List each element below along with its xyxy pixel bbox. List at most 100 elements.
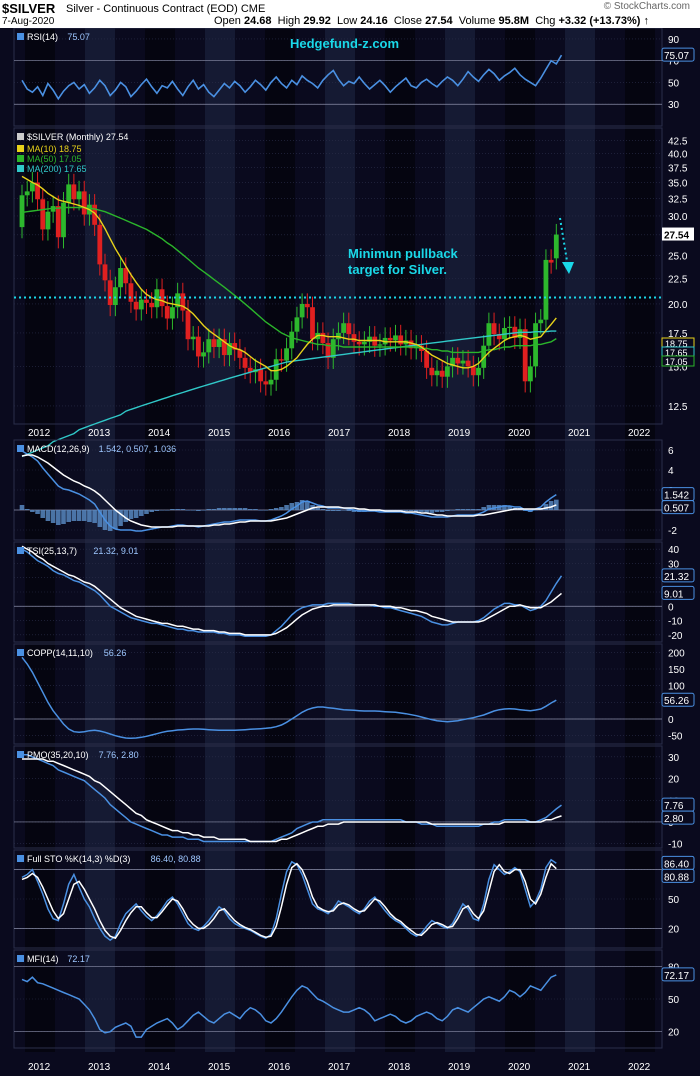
macd-histogram-bar (336, 510, 341, 511)
x-tick-label-bottom: 2021 (568, 1062, 591, 1073)
y-tick-label: 50 (668, 995, 680, 1006)
y-tick-label: 50 (668, 78, 680, 89)
macd-histogram-bar (439, 510, 445, 512)
overlay-label: MA(50) 17.05 (27, 154, 82, 164)
y-tick-label: 32.5 (668, 195, 688, 206)
y-tick-label: -20 (668, 631, 683, 642)
macd-histogram-bar (211, 509, 217, 510)
macd-histogram-bar (548, 501, 554, 510)
symbol-label: $SILVER (2, 1, 56, 16)
x-tick-label-top: 2022 (628, 428, 651, 439)
x-tick-label-bottom: 2017 (328, 1062, 351, 1073)
macd-histogram-bar (175, 509, 180, 510)
candle-body (320, 332, 326, 344)
indicator-title: PMO(35,20,10) (27, 750, 89, 760)
overlay-swatch (17, 145, 24, 152)
macd-histogram-bar (19, 505, 25, 510)
y-tick-label: 4 (668, 466, 674, 477)
candle-body (507, 326, 513, 329)
candle-body (71, 184, 77, 200)
candle-body (268, 379, 274, 385)
tsi-value-box: 9.01 (664, 589, 684, 600)
macd-histogram-bar (471, 509, 476, 510)
candle-body (434, 370, 440, 376)
macd-histogram-bar (190, 510, 196, 511)
candle-body (491, 323, 497, 335)
macd-histogram-bar (196, 510, 201, 511)
y-tick-label: 20 (668, 924, 680, 935)
low-value: 24.16 (360, 15, 388, 27)
candle-body (377, 344, 383, 346)
macd-histogram-bar (170, 509, 175, 510)
candle-body (289, 331, 295, 349)
candle-body (398, 335, 404, 345)
x-tick-label-top: 2017 (328, 428, 351, 439)
candle-body (361, 341, 367, 345)
macd-histogram-bar (253, 509, 258, 510)
x-tick-label-top: 2015 (208, 428, 231, 439)
y-tick-label: 50 (668, 895, 680, 906)
macd-histogram-bar (87, 510, 92, 522)
candle-body (476, 367, 481, 376)
macd-histogram-bar (434, 510, 440, 512)
macd-histogram-bar (201, 510, 206, 511)
sto-value-box: 80.88 (664, 872, 689, 883)
candle-body (548, 259, 554, 263)
symbol-description: Silver - Continuous Contract (EOD) CME (66, 3, 265, 15)
macd-histogram-bar (216, 508, 222, 510)
y-tick-label: 0 (668, 715, 674, 726)
candle-body (149, 302, 155, 308)
candle-body (486, 323, 492, 346)
y-tick-label: 42.5 (668, 136, 688, 147)
pmo-value-box: 7.76 (664, 801, 684, 812)
x-tick-label-bottom: 2012 (28, 1062, 51, 1073)
macd-histogram-bar (45, 510, 51, 521)
y-tick-label: 150 (668, 665, 685, 676)
chg-value: +3.32 (+13.73%) (558, 15, 641, 27)
macd-histogram-bar (320, 509, 326, 510)
macd-histogram-bar (30, 510, 35, 512)
sto-value-box: 86.40 (664, 859, 689, 870)
candle-body (517, 329, 523, 338)
indicator-title: TSI(25,13,7) (27, 546, 77, 556)
candle-body (278, 359, 284, 361)
macd-histogram-bar (325, 510, 331, 511)
candle-body (538, 319, 544, 324)
x-tick-label-top: 2021 (568, 428, 591, 439)
candle-body (455, 357, 461, 364)
close-value: 27.54 (425, 15, 453, 27)
macd-value-box: 1.542 (664, 491, 689, 502)
y-tick-label: 90 (668, 35, 680, 46)
candle-body (97, 224, 103, 265)
candle-body (439, 370, 445, 377)
candle-body (444, 366, 450, 377)
macd-histogram-bar (92, 510, 97, 523)
macd-histogram-bar (419, 510, 424, 512)
indicator-title: MACD(12,26,9) (27, 444, 90, 454)
macd-histogram-bar (232, 508, 237, 510)
watermark-text: Hedgefund-z.com (290, 36, 399, 51)
close-value-label: 27.54 (664, 231, 689, 242)
y-tick-label: -2 (668, 526, 677, 537)
candle-body (460, 360, 466, 364)
indicator-value: 72.17 (67, 954, 90, 964)
x-tick-label-bottom: 2014 (148, 1062, 171, 1073)
y-tick-label: 35.0 (668, 179, 688, 190)
y-tick-label: 40.0 (668, 150, 688, 161)
x-tick-label-bottom: 2015 (208, 1062, 231, 1073)
candle-body (102, 264, 108, 281)
candle-body (45, 211, 51, 230)
copp-value-box: 56.26 (664, 696, 689, 707)
price-title: $SILVER (Monthly) 27.54 (27, 132, 128, 142)
x-tick-label-bottom: 2020 (508, 1062, 531, 1073)
macd-histogram-bar (206, 509, 212, 510)
candle-body (341, 323, 347, 333)
candle-body (304, 303, 310, 308)
legend-swatch (17, 445, 24, 452)
macd-histogram-bar (346, 510, 352, 511)
candle-body (107, 280, 113, 306)
candle-body (112, 287, 118, 306)
candle-body (553, 234, 559, 259)
legend-swatch (17, 547, 24, 554)
macd-histogram-bar (50, 510, 56, 523)
